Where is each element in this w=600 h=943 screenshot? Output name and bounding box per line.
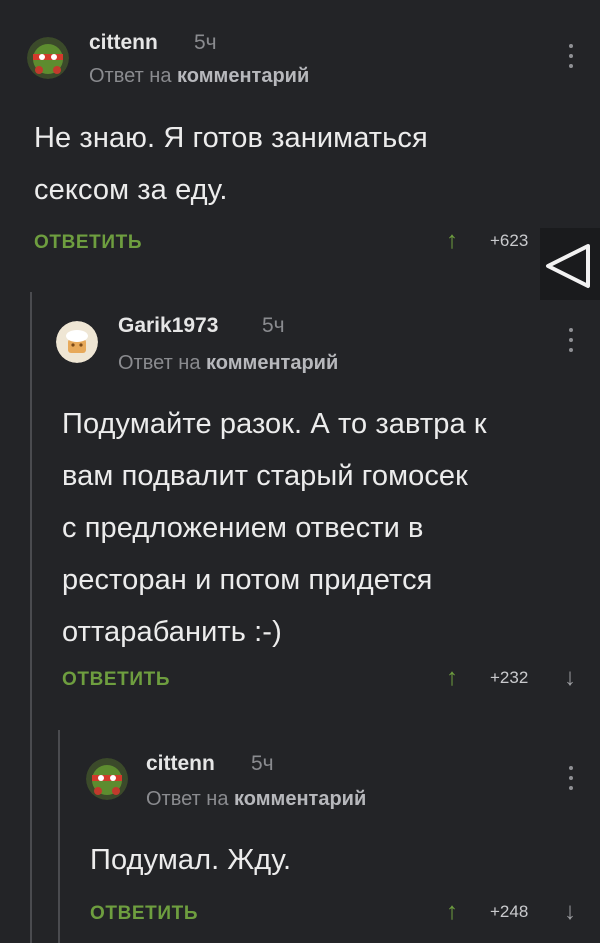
- score: +232: [490, 668, 529, 687]
- user-avatar[interactable]: [86, 758, 128, 800]
- reply-button[interactable]: ОТВЕТИТЬ: [34, 232, 142, 254]
- timestamp: 5ч: [194, 31, 217, 54]
- reply-to-link[interactable]: комментарий: [206, 352, 338, 374]
- reply-button[interactable]: ОТВЕТИТЬ: [90, 903, 198, 925]
- arrow-up-icon[interactable]: ↑: [446, 226, 458, 256]
- more-vertical-icon[interactable]: [568, 44, 574, 72]
- more-vertical-icon[interactable]: [568, 766, 574, 794]
- reply-to-link[interactable]: комментарий: [177, 65, 309, 87]
- user-avatar[interactable]: [56, 321, 98, 363]
- reply-to-link[interactable]: комментарий: [234, 788, 366, 810]
- username[interactable]: cittenn: [89, 31, 158, 55]
- user-avatar[interactable]: [27, 37, 69, 79]
- arrow-up-icon[interactable]: ↑: [446, 897, 458, 927]
- reply-to: Ответ на комментарий: [118, 352, 339, 374]
- reply-to: Ответ на комментарий: [146, 788, 367, 810]
- reply-to: Ответ на комментарий: [89, 65, 310, 87]
- arrow-up-icon[interactable]: ↑: [446, 663, 458, 693]
- score: +623: [490, 231, 529, 250]
- vote-controls: ↑ +248 ↓: [446, 897, 586, 927]
- reply-button[interactable]: ОТВЕТИТЬ: [62, 669, 170, 691]
- arrow-down-icon[interactable]: ↓: [564, 897, 576, 927]
- comment-text: Не знаю. Я готов заниматься сексом за ед…: [34, 122, 428, 206]
- timestamp: 5ч: [262, 314, 285, 337]
- vote-controls: ↑ +232 ↓: [446, 663, 586, 693]
- comment-text: Подумайте разок. А то завтра к вам подва…: [62, 408, 487, 648]
- comment-text: Подумал. Жду.: [90, 844, 292, 876]
- username[interactable]: Garik1973: [118, 314, 218, 338]
- arrow-down-icon[interactable]: ↓: [564, 663, 576, 693]
- comment-1: cittenn 5ч Ответ на комментарий Не знаю.…: [0, 0, 600, 290]
- timestamp: 5ч: [251, 752, 274, 775]
- comment-2: Garik1973 5ч Ответ на комментарий Подума…: [0, 290, 600, 720]
- comment-3: cittenn 5ч Ответ на комментарий Подумал.…: [0, 720, 600, 943]
- more-vertical-icon[interactable]: [568, 328, 574, 356]
- score: +248: [490, 902, 529, 921]
- username[interactable]: cittenn: [146, 752, 215, 776]
